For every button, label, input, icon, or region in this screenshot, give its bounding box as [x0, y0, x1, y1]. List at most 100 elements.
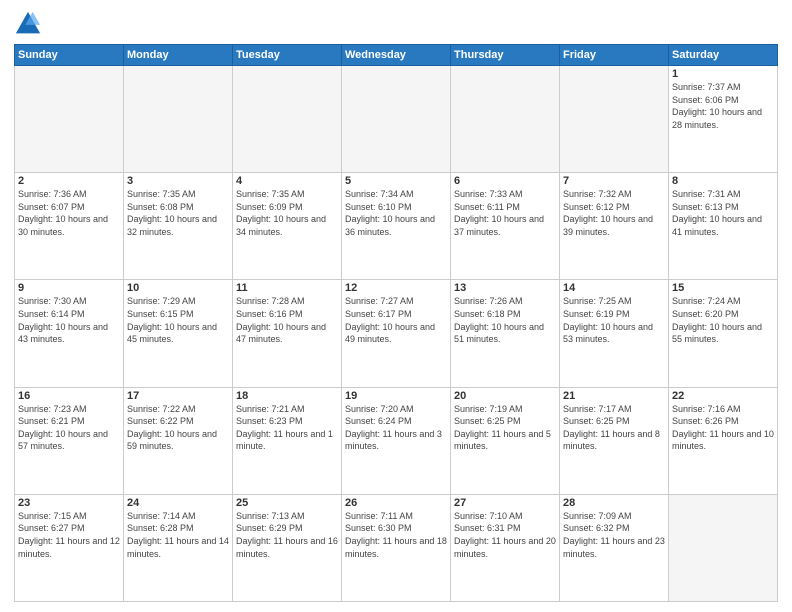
day-number: 6	[454, 175, 556, 187]
day-number: 16	[18, 390, 120, 402]
day-info: Sunrise: 7:14 AM Sunset: 6:28 PM Dayligh…	[127, 510, 229, 560]
day-number: 21	[563, 390, 665, 402]
day-info: Sunrise: 7:35 AM Sunset: 6:08 PM Dayligh…	[127, 188, 229, 238]
day-info: Sunrise: 7:35 AM Sunset: 6:09 PM Dayligh…	[236, 188, 338, 238]
day-info: Sunrise: 7:17 AM Sunset: 6:25 PM Dayligh…	[563, 403, 665, 453]
calendar-header-wednesday: Wednesday	[342, 45, 451, 66]
calendar-header-thursday: Thursday	[451, 45, 560, 66]
calendar-header-saturday: Saturday	[669, 45, 778, 66]
day-info: Sunrise: 7:31 AM Sunset: 6:13 PM Dayligh…	[672, 188, 774, 238]
day-number: 25	[236, 497, 338, 509]
logo	[14, 10, 46, 38]
calendar-cell	[233, 66, 342, 173]
header	[14, 10, 778, 38]
calendar: SundayMondayTuesdayWednesdayThursdayFrid…	[14, 44, 778, 602]
calendar-cell: 19Sunrise: 7:20 AM Sunset: 6:24 PM Dayli…	[342, 387, 451, 494]
day-number: 18	[236, 390, 338, 402]
page: SundayMondayTuesdayWednesdayThursdayFrid…	[0, 0, 792, 612]
calendar-cell: 25Sunrise: 7:13 AM Sunset: 6:29 PM Dayli…	[233, 494, 342, 601]
day-number: 5	[345, 175, 447, 187]
calendar-cell	[342, 66, 451, 173]
calendar-header: SundayMondayTuesdayWednesdayThursdayFrid…	[15, 45, 778, 66]
calendar-header-friday: Friday	[560, 45, 669, 66]
day-info: Sunrise: 7:10 AM Sunset: 6:31 PM Dayligh…	[454, 510, 556, 560]
calendar-header-monday: Monday	[124, 45, 233, 66]
calendar-cell: 13Sunrise: 7:26 AM Sunset: 6:18 PM Dayli…	[451, 280, 560, 387]
day-number: 7	[563, 175, 665, 187]
calendar-cell: 2Sunrise: 7:36 AM Sunset: 6:07 PM Daylig…	[15, 173, 124, 280]
day-info: Sunrise: 7:37 AM Sunset: 6:06 PM Dayligh…	[672, 81, 774, 131]
calendar-cell: 14Sunrise: 7:25 AM Sunset: 6:19 PM Dayli…	[560, 280, 669, 387]
calendar-cell	[15, 66, 124, 173]
calendar-cell: 10Sunrise: 7:29 AM Sunset: 6:15 PM Dayli…	[124, 280, 233, 387]
calendar-cell: 12Sunrise: 7:27 AM Sunset: 6:17 PM Dayli…	[342, 280, 451, 387]
calendar-body: 1Sunrise: 7:37 AM Sunset: 6:06 PM Daylig…	[15, 66, 778, 602]
calendar-week-0: 1Sunrise: 7:37 AM Sunset: 6:06 PM Daylig…	[15, 66, 778, 173]
calendar-cell: 3Sunrise: 7:35 AM Sunset: 6:08 PM Daylig…	[124, 173, 233, 280]
day-info: Sunrise: 7:24 AM Sunset: 6:20 PM Dayligh…	[672, 295, 774, 345]
day-info: Sunrise: 7:30 AM Sunset: 6:14 PM Dayligh…	[18, 295, 120, 345]
calendar-week-1: 2Sunrise: 7:36 AM Sunset: 6:07 PM Daylig…	[15, 173, 778, 280]
day-info: Sunrise: 7:19 AM Sunset: 6:25 PM Dayligh…	[454, 403, 556, 453]
day-info: Sunrise: 7:28 AM Sunset: 6:16 PM Dayligh…	[236, 295, 338, 345]
day-info: Sunrise: 7:15 AM Sunset: 6:27 PM Dayligh…	[18, 510, 120, 560]
day-number: 23	[18, 497, 120, 509]
day-info: Sunrise: 7:21 AM Sunset: 6:23 PM Dayligh…	[236, 403, 338, 453]
day-info: Sunrise: 7:09 AM Sunset: 6:32 PM Dayligh…	[563, 510, 665, 560]
day-number: 27	[454, 497, 556, 509]
day-info: Sunrise: 7:22 AM Sunset: 6:22 PM Dayligh…	[127, 403, 229, 453]
calendar-cell: 22Sunrise: 7:16 AM Sunset: 6:26 PM Dayli…	[669, 387, 778, 494]
calendar-cell: 28Sunrise: 7:09 AM Sunset: 6:32 PM Dayli…	[560, 494, 669, 601]
calendar-cell: 11Sunrise: 7:28 AM Sunset: 6:16 PM Dayli…	[233, 280, 342, 387]
calendar-cell: 18Sunrise: 7:21 AM Sunset: 6:23 PM Dayli…	[233, 387, 342, 494]
day-number: 3	[127, 175, 229, 187]
calendar-cell: 8Sunrise: 7:31 AM Sunset: 6:13 PM Daylig…	[669, 173, 778, 280]
calendar-cell: 4Sunrise: 7:35 AM Sunset: 6:09 PM Daylig…	[233, 173, 342, 280]
day-number: 14	[563, 282, 665, 294]
day-number: 13	[454, 282, 556, 294]
day-number: 12	[345, 282, 447, 294]
calendar-cell: 26Sunrise: 7:11 AM Sunset: 6:30 PM Dayli…	[342, 494, 451, 601]
day-number: 17	[127, 390, 229, 402]
calendar-cell: 6Sunrise: 7:33 AM Sunset: 6:11 PM Daylig…	[451, 173, 560, 280]
calendar-cell	[124, 66, 233, 173]
day-info: Sunrise: 7:33 AM Sunset: 6:11 PM Dayligh…	[454, 188, 556, 238]
day-number: 28	[563, 497, 665, 509]
day-info: Sunrise: 7:13 AM Sunset: 6:29 PM Dayligh…	[236, 510, 338, 560]
day-info: Sunrise: 7:25 AM Sunset: 6:19 PM Dayligh…	[563, 295, 665, 345]
calendar-cell: 5Sunrise: 7:34 AM Sunset: 6:10 PM Daylig…	[342, 173, 451, 280]
day-info: Sunrise: 7:27 AM Sunset: 6:17 PM Dayligh…	[345, 295, 447, 345]
logo-icon	[14, 10, 42, 38]
day-info: Sunrise: 7:16 AM Sunset: 6:26 PM Dayligh…	[672, 403, 774, 453]
day-number: 11	[236, 282, 338, 294]
day-info: Sunrise: 7:29 AM Sunset: 6:15 PM Dayligh…	[127, 295, 229, 345]
calendar-week-3: 16Sunrise: 7:23 AM Sunset: 6:21 PM Dayli…	[15, 387, 778, 494]
calendar-cell: 7Sunrise: 7:32 AM Sunset: 6:12 PM Daylig…	[560, 173, 669, 280]
calendar-cell: 15Sunrise: 7:24 AM Sunset: 6:20 PM Dayli…	[669, 280, 778, 387]
calendar-cell: 27Sunrise: 7:10 AM Sunset: 6:31 PM Dayli…	[451, 494, 560, 601]
calendar-cell: 20Sunrise: 7:19 AM Sunset: 6:25 PM Dayli…	[451, 387, 560, 494]
calendar-cell: 9Sunrise: 7:30 AM Sunset: 6:14 PM Daylig…	[15, 280, 124, 387]
day-number: 19	[345, 390, 447, 402]
calendar-cell: 16Sunrise: 7:23 AM Sunset: 6:21 PM Dayli…	[15, 387, 124, 494]
calendar-header-sunday: Sunday	[15, 45, 124, 66]
day-info: Sunrise: 7:32 AM Sunset: 6:12 PM Dayligh…	[563, 188, 665, 238]
calendar-header-tuesday: Tuesday	[233, 45, 342, 66]
calendar-cell	[669, 494, 778, 601]
day-info: Sunrise: 7:11 AM Sunset: 6:30 PM Dayligh…	[345, 510, 447, 560]
day-number: 26	[345, 497, 447, 509]
day-number: 8	[672, 175, 774, 187]
calendar-week-2: 9Sunrise: 7:30 AM Sunset: 6:14 PM Daylig…	[15, 280, 778, 387]
calendar-cell	[451, 66, 560, 173]
calendar-header-row: SundayMondayTuesdayWednesdayThursdayFrid…	[15, 45, 778, 66]
day-number: 9	[18, 282, 120, 294]
day-info: Sunrise: 7:34 AM Sunset: 6:10 PM Dayligh…	[345, 188, 447, 238]
calendar-cell	[560, 66, 669, 173]
calendar-cell: 17Sunrise: 7:22 AM Sunset: 6:22 PM Dayli…	[124, 387, 233, 494]
day-number: 4	[236, 175, 338, 187]
day-info: Sunrise: 7:26 AM Sunset: 6:18 PM Dayligh…	[454, 295, 556, 345]
calendar-cell: 24Sunrise: 7:14 AM Sunset: 6:28 PM Dayli…	[124, 494, 233, 601]
day-number: 10	[127, 282, 229, 294]
calendar-week-4: 23Sunrise: 7:15 AM Sunset: 6:27 PM Dayli…	[15, 494, 778, 601]
day-info: Sunrise: 7:36 AM Sunset: 6:07 PM Dayligh…	[18, 188, 120, 238]
